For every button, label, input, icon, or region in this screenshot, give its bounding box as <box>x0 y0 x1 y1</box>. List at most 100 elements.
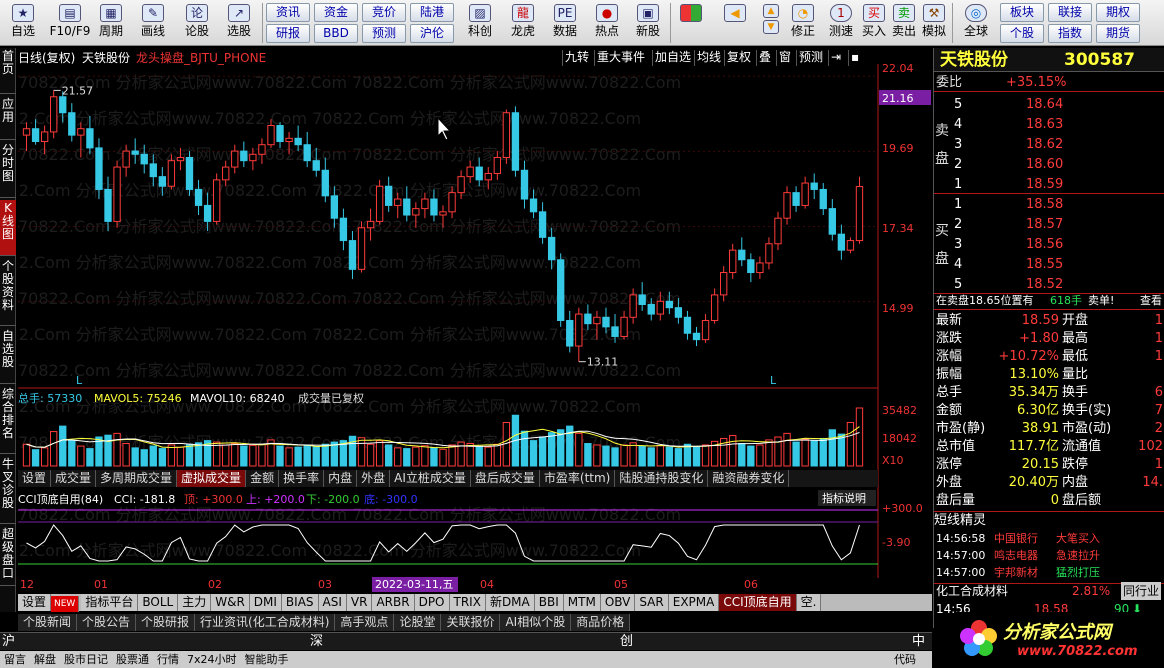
sh-index-label[interactable]: 沪 <box>2 633 15 651</box>
info-tab[interactable]: 个股新闻 <box>18 614 78 631</box>
status-item[interactable]: 股市日记 <box>60 653 112 666</box>
tb-discuss-button[interactable]: 论论股 <box>180 2 214 44</box>
info-tab[interactable]: 商品价格 <box>571 614 631 631</box>
indicator-tab[interactable]: BBI <box>534 594 564 611</box>
kline-chart[interactable]: 日线(复权) 天铁股份 龙头操盘_BJTU_PHONE 70822.Com 分析… <box>18 48 932 596</box>
stock-button[interactable]: 个股 <box>1000 24 1044 43</box>
vol-tab[interactable]: 市盈率(ttm) <box>540 470 616 487</box>
status-item[interactable]: 行情 <box>153 653 183 666</box>
adjust-button[interactable]: 复权 <box>724 50 753 66</box>
vol-tab[interactable]: 换手率 <box>279 470 325 487</box>
vol-tab[interactable]: 陆股通持股变化 <box>615 470 709 487</box>
vol-tab-selected[interactable]: 虚拟成交量 <box>177 470 247 487</box>
nav-super-board[interactable]: 超级盘口 <box>0 526 16 586</box>
indicator-tab[interactable]: 主力 <box>178 594 212 611</box>
info-tab[interactable]: 高手观点 <box>335 614 395 631</box>
indicator-tab[interactable]: OBV <box>600 594 636 611</box>
hk-connect-button[interactable]: 陆港 <box>410 3 454 22</box>
sell-order-row[interactable]: 5 18.64 <box>934 96 1164 114</box>
nav-diagnosis[interactable]: 牛叉诊股 <box>0 456 16 524</box>
sector-button[interactable]: 板块 <box>1000 3 1044 22</box>
cy-index-label[interactable]: 创 <box>620 633 633 651</box>
info-tab[interactable]: AI相似个股 <box>500 614 572 631</box>
indicator-tab[interactable]: ARBR <box>372 594 415 611</box>
status-item[interactable]: 7x24小时 <box>183 653 241 666</box>
indicator-tab[interactable]: DMI <box>249 594 282 611</box>
vol-tab[interactable]: 外盘 <box>357 470 391 487</box>
buy-order-row[interactable]: 1 18.58 <box>934 196 1164 214</box>
status-item[interactable]: 股票通 <box>112 653 153 666</box>
nav-apps[interactable]: 应用 <box>0 96 16 140</box>
news-button[interactable]: 资讯 <box>266 3 310 22</box>
fund-button[interactable]: 资金 <box>314 3 358 22</box>
up-button[interactable]: ▲ ▼ <box>760 2 782 44</box>
futures-button[interactable]: 期货 <box>1096 24 1140 43</box>
info-tab[interactable]: 行业资讯(化工合成材料) <box>195 614 336 631</box>
nav-minute-chart[interactable]: 分时图 <box>0 142 16 198</box>
sell-order-row[interactable]: 1 18.59 <box>934 176 1164 194</box>
indicator-tab[interactable]: TRIX <box>449 594 486 611</box>
overlay-button[interactable]: 叠 <box>756 50 773 66</box>
layout-button[interactable] <box>676 2 706 44</box>
vol-tab[interactable]: 融资融券变化 <box>708 470 790 487</box>
indicator-tab[interactable]: 空. <box>796 594 822 611</box>
pin-icon[interactable]: ⇥ <box>828 50 843 66</box>
info-tab[interactable]: 论股堂 <box>394 614 442 631</box>
option-button[interactable]: 期权 <box>1096 3 1140 22</box>
bbd-button[interactable]: BBD <box>314 24 358 43</box>
indicator-tab[interactable]: 指标平台 <box>81 594 139 611</box>
nav-home[interactable]: 首页 <box>0 48 16 94</box>
forecast-button[interactable]: 预测 <box>362 24 406 43</box>
tb-watchlist-button[interactable]: ★ 自选 <box>2 2 44 44</box>
zx-index-label[interactable]: 中 <box>912 633 925 651</box>
indicator-tab[interactable]: MTM <box>563 594 601 611</box>
industry-button[interactable]: 同行业 <box>1121 582 1162 600</box>
ma-button[interactable]: 均线 <box>694 50 723 66</box>
sell-order-row[interactable]: 4 18.63 <box>934 116 1164 134</box>
info-tab[interactable]: 个股研报 <box>136 614 196 631</box>
indicator-tab[interactable]: BOLL <box>138 594 179 611</box>
window-button[interactable]: 窗 <box>776 50 793 66</box>
speedtest-button[interactable]: 1 测速 <box>824 2 858 44</box>
simulate-button[interactable]: ⚒ 模拟 <box>920 2 948 44</box>
indicator-tab-selected[interactable]: CCI顶底自用 <box>719 594 797 611</box>
new-stock-button[interactable]: ▣ 新股 <box>630 2 666 44</box>
vol-tab[interactable]: 多周期成交量 <box>96 470 178 487</box>
info-tab[interactable]: 个股公告 <box>77 614 137 631</box>
data-button[interactable]: PE 数据 <box>546 2 584 44</box>
tb-select-button[interactable]: ↗ 选股 <box>220 2 258 44</box>
big-order-msg[interactable]: 在卖盘18.65位置有 618手 卖单! 查看 <box>934 292 1164 310</box>
nav-ranking[interactable]: 综合排名 <box>0 386 16 454</box>
status-item[interactable]: 智能助手 <box>241 653 293 666</box>
nav-kline-chart[interactable]: K线图 <box>0 200 16 256</box>
indicator-tab[interactable]: SAR <box>635 594 669 611</box>
index-button[interactable]: 指数 <box>1048 24 1092 43</box>
auction-button[interactable]: 竞价 <box>362 3 406 22</box>
nav-watchlist[interactable]: 自选股 <box>0 328 16 384</box>
vol-tab[interactable]: 金额 <box>246 470 280 487</box>
vol-tab[interactable]: AI立桩成交量 <box>390 470 471 487</box>
buy-button[interactable]: 买买入 <box>860 2 888 44</box>
vol-tab[interactable]: 盘后成交量 <box>471 470 540 487</box>
nine-turn-button[interactable]: 九转 <box>562 50 591 66</box>
status-item[interactable]: 留言 <box>0 653 30 666</box>
status-code[interactable]: 代码 <box>894 651 916 668</box>
global-button[interactable]: ◎ 全球 <box>956 2 996 44</box>
sell-order-row[interactable]: 3 18.62 <box>934 136 1164 154</box>
indicator-tab[interactable]: 新DMA <box>485 594 535 611</box>
indicator-tab[interactable]: BIAS <box>281 594 319 611</box>
nav-stock-info[interactable]: 个股资料 <box>0 258 16 326</box>
buy-order-row[interactable]: 3 18.56 <box>934 236 1164 254</box>
sz-index-label[interactable]: 深 <box>310 633 323 651</box>
hotspot-button[interactable]: ● 热点 <box>588 2 626 44</box>
predict-button[interactable]: 预测 <box>796 50 825 66</box>
buy-order-row[interactable]: 2 18.57 <box>934 216 1164 234</box>
indicator-tab[interactable]: W&R <box>211 594 250 611</box>
add-watchlist-button[interactable]: 加自选 <box>652 50 693 66</box>
star-market-button[interactable]: ▨ 科创 <box>460 2 500 44</box>
research-button[interactable]: 研报 <box>266 24 310 43</box>
vol-tab[interactable]: 成交量 <box>51 470 97 487</box>
indicator-settings[interactable]: 设置 <box>18 594 52 611</box>
more-icon[interactable]: ▪ <box>848 50 861 66</box>
info-tab[interactable]: 关联报价 <box>441 614 501 631</box>
